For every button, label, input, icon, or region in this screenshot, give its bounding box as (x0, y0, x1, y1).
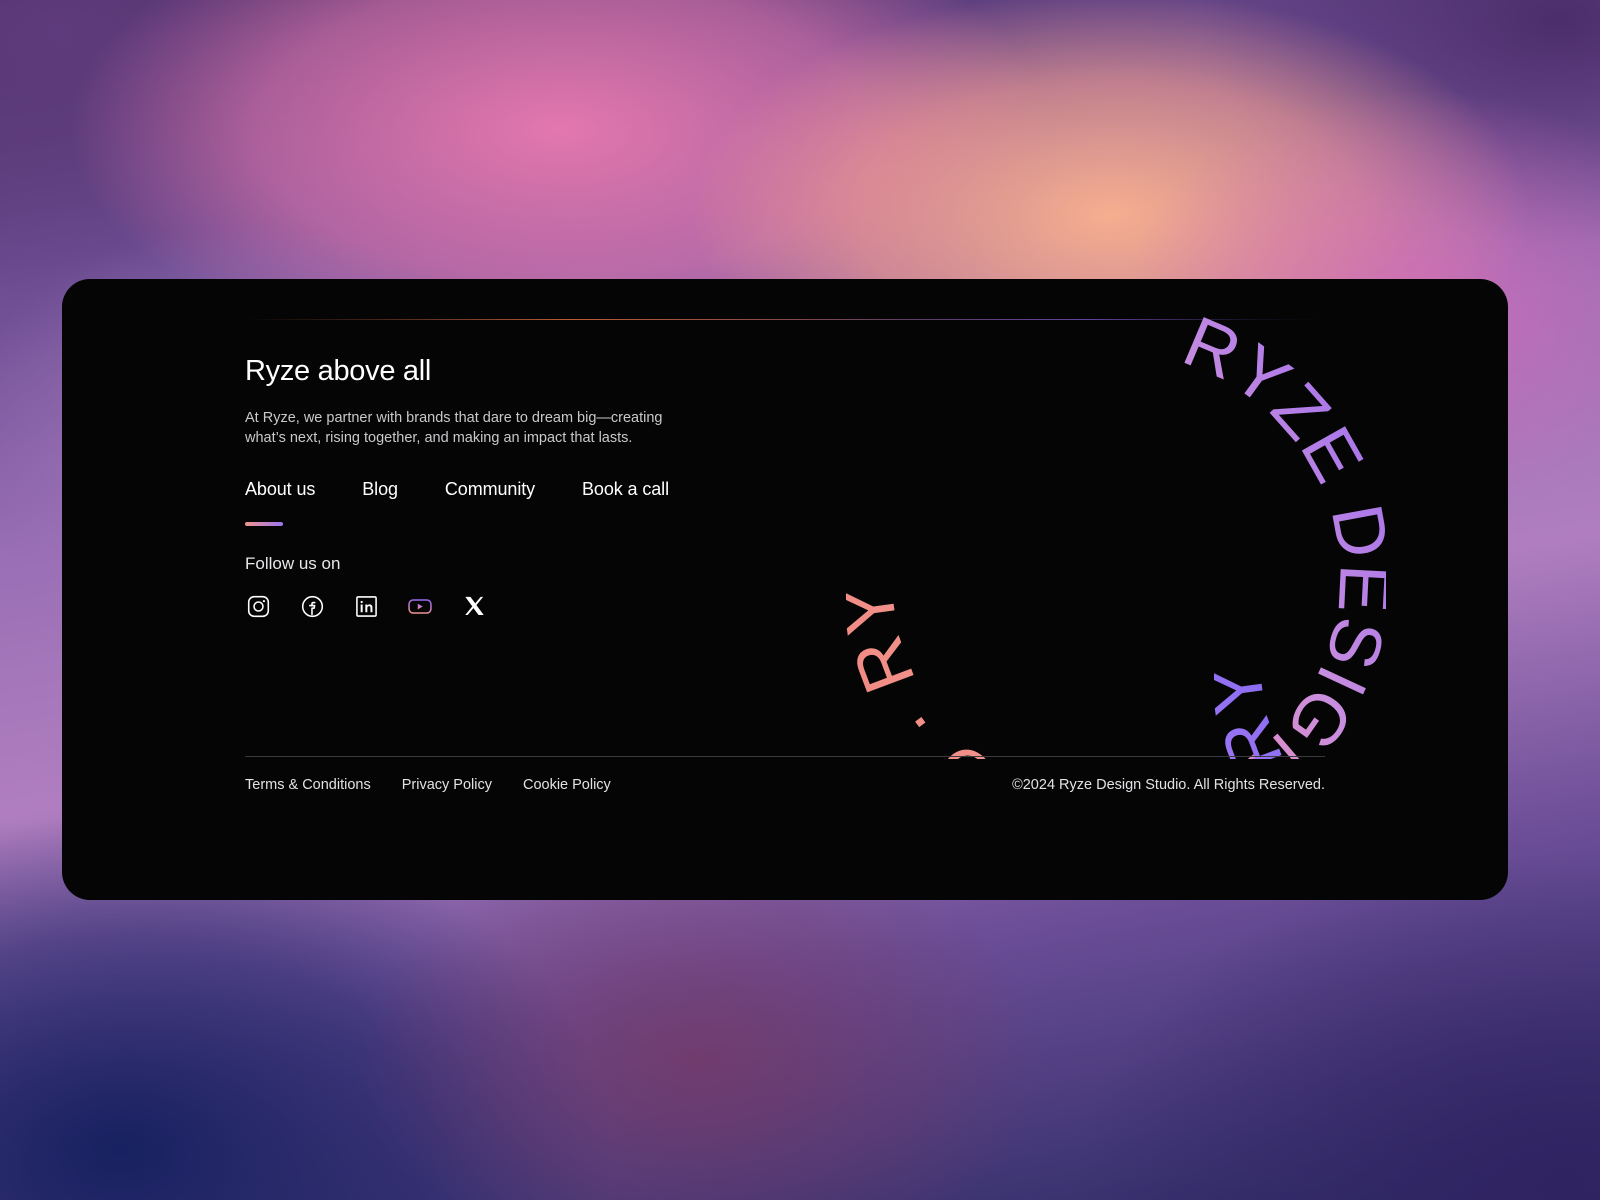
nav-active-underline (245, 521, 283, 526)
x-icon[interactable] (461, 594, 487, 620)
youtube-icon[interactable] (407, 594, 433, 620)
copyright-text: ©2024 Ryze Design Studio. All Rights Res… (1012, 777, 1325, 793)
social-links-row (245, 594, 885, 620)
footer-content-column: Ryze above all At Ryze, we partner with … (245, 354, 885, 620)
nav-link-community[interactable]: Community (445, 479, 535, 500)
legal-link-privacy-policy[interactable]: Privacy Policy (402, 777, 492, 793)
facebook-icon[interactable] (299, 594, 325, 620)
nav-link-about-us[interactable]: About us (245, 479, 315, 500)
footer-nav: About us Blog Community Book a call (245, 479, 885, 500)
page-title: Ryze above all (245, 355, 432, 387)
svg-text:RYZE DESIGN STUDIO · RYZE DESI: RYZE DESIGN STUDIO · RYZE DESIGN STUDIO … (846, 307, 1386, 759)
follow-us-label: Follow us on (245, 553, 341, 573)
nav-link-blog[interactable]: Blog (362, 479, 398, 500)
instagram-icon[interactable] (245, 594, 271, 620)
footer-description: At Ryze, we partner with brands that dar… (245, 409, 663, 447)
legal-link-terms-and-conditions[interactable]: Terms & Conditions (245, 777, 371, 793)
circular-wordmark-one: RYZE DESIGN STUDIO · RYZE DESIGN STUDIO … (846, 307, 1386, 759)
footer-card: RYZE DESIGN STUDIO · RYZE DESIGN STUDIO … (62, 279, 1508, 900)
circular-wordmark-two: RYZE DESIGN STUDIO · RYZE DESIGN STUDIO … (1214, 387, 1508, 759)
footer-bottom-bar: Terms & Conditions Privacy Policy Cookie… (245, 777, 1325, 793)
legal-link-cookie-policy[interactable]: Cookie Policy (523, 777, 611, 793)
linkedin-icon[interactable] (353, 594, 379, 620)
footer-divider (245, 756, 1325, 757)
svg-text:RYZE DESIGN STUDIO · RYZE DESI: RYZE DESIGN STUDIO · RYZE DESIGN STUDIO … (1214, 387, 1508, 759)
legal-links: Terms & Conditions Privacy Policy Cookie… (245, 777, 611, 793)
nav-link-book-a-call[interactable]: Book a call (582, 479, 669, 500)
card-top-accent-line (245, 319, 1325, 320)
